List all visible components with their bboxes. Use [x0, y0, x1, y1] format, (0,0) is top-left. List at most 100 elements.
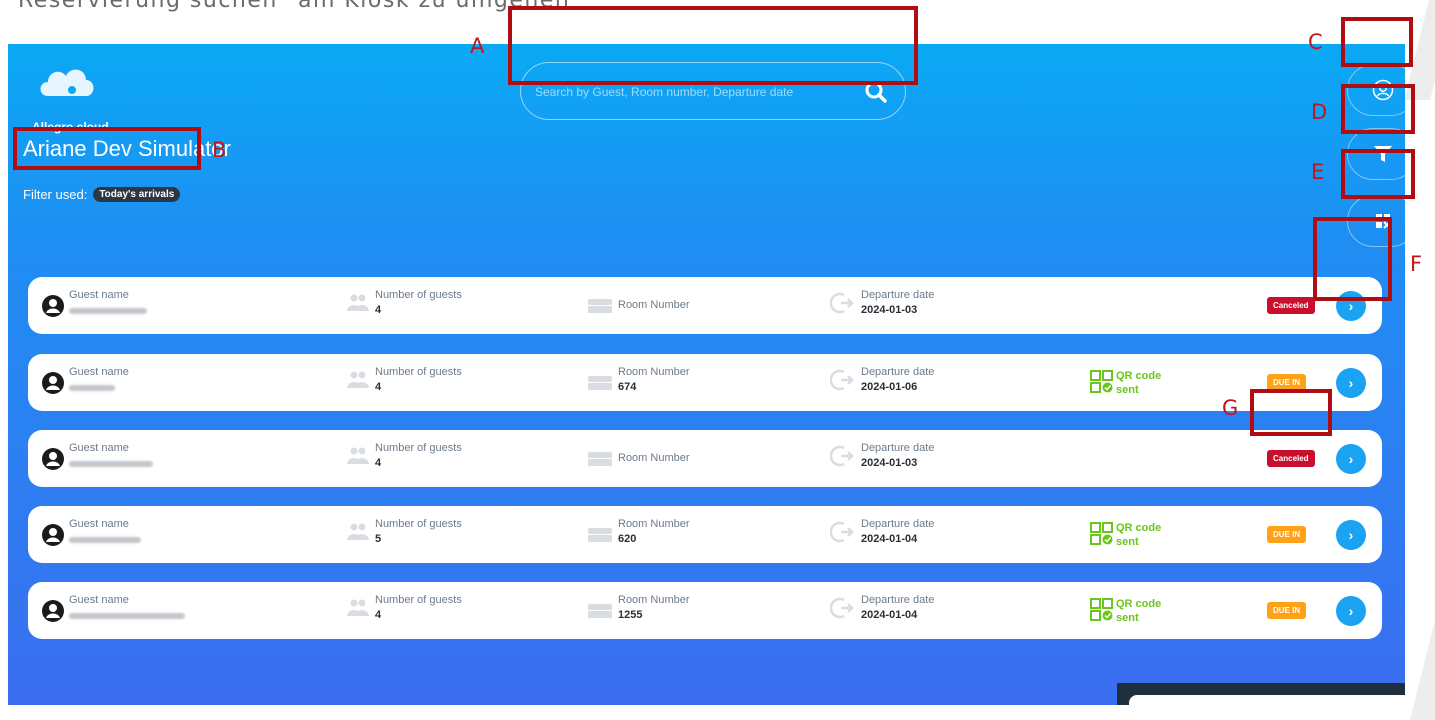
filter-chip[interactable]: Today's arrivals — [93, 187, 181, 202]
guest-name-label: Guest name — [69, 366, 129, 378]
departure-date-label: Departure date — [861, 366, 935, 378]
guest-count-label: Number of guests — [375, 442, 462, 454]
annotation-box-b — [13, 127, 201, 170]
status-badge: Canceled — [1267, 297, 1315, 314]
annotation-box-a — [508, 6, 918, 85]
departure-date-value: 2024-01-04 — [861, 609, 918, 621]
status-badge: Canceled — [1267, 450, 1315, 467]
room-number-label: Room Number — [618, 518, 690, 530]
departure-date-value: 2024-01-06 — [861, 381, 918, 393]
guest-name-field: Guest name — [69, 442, 153, 472]
annotation-label-d: D — [1311, 100, 1328, 124]
guest-count-label: Number of guests — [375, 594, 462, 606]
guests-icon — [347, 371, 369, 388]
annotation-box-d — [1341, 84, 1415, 134]
guest-count-value: 5 — [375, 533, 382, 545]
departure-date-field: Departure date 2024-01-04 — [861, 594, 934, 621]
annotation-label-b: B — [212, 138, 227, 162]
guest-name-label: Guest name — [69, 442, 129, 454]
guest-count-field: Number of guests 4 — [375, 594, 462, 621]
reservation-row[interactable]: Guest name Number of guests 5 Room Numbe… — [28, 506, 1382, 563]
room-number-label: Room Number — [618, 452, 690, 464]
filter-label: Filter used: — [23, 187, 88, 202]
departure-date-value: 2024-01-03 — [861, 457, 918, 469]
room-number-value: 674 — [618, 381, 637, 393]
guest-count-label: Number of guests — [375, 518, 462, 530]
departure-date-value: 2024-01-03 — [861, 304, 918, 316]
guests-icon — [347, 599, 369, 616]
departure-date-field: Departure date 2024-01-03 — [861, 289, 934, 316]
guest-avatar-icon — [42, 448, 64, 470]
guest-avatar-icon — [42, 524, 64, 546]
reservation-row[interactable]: Guest name Number of guests 4 Room Numbe… — [28, 430, 1382, 487]
departure-date-field: Departure date 2024-01-06 — [861, 366, 934, 393]
room-number-field: Room Number 674 — [618, 366, 690, 393]
bed-icon — [588, 452, 612, 466]
guest-name-field: Guest name — [69, 366, 129, 396]
guest-count-value: 4 — [375, 609, 382, 621]
departure-date-value: 2024-01-04 — [861, 533, 918, 545]
guest-name-redacted — [69, 461, 153, 467]
bed-icon — [588, 528, 612, 542]
departure-date-field: Departure date 2024-01-03 — [861, 442, 934, 469]
guests-icon — [347, 523, 369, 540]
reservation-row[interactable]: Guest name Number of guests 4 Room Numbe… — [28, 354, 1382, 411]
guest-count-field: Number of guests 4 — [375, 366, 462, 393]
guest-count-value: 4 — [375, 381, 382, 393]
guest-name-redacted — [69, 613, 185, 619]
room-number-label: Room Number — [618, 594, 690, 606]
qr-sent-label: sent — [1116, 536, 1139, 548]
departure-date-label: Departure date — [861, 594, 935, 606]
room-number-label: Room Number — [618, 366, 690, 378]
annotation-label-f: F — [1410, 252, 1423, 276]
guest-count-field: Number of guests 4 — [375, 289, 462, 316]
qr-code-label: QR code — [1116, 370, 1162, 382]
annotation-label-e: E — [1311, 160, 1325, 184]
qr-status: QR code sent — [1116, 521, 1161, 549]
annotation-box-e — [1341, 149, 1415, 199]
guest-count-label: Number of guests — [375, 366, 462, 378]
open-reservation-button[interactable]: › — [1336, 368, 1366, 398]
guest-name-field: Guest name — [69, 289, 147, 319]
guest-name-label: Guest name — [69, 518, 129, 530]
departure-icon — [830, 292, 854, 314]
departure-icon — [830, 445, 854, 467]
open-reservation-button[interactable]: › — [1336, 596, 1366, 626]
guest-avatar-icon — [42, 295, 64, 317]
guest-name-redacted — [69, 537, 141, 543]
guest-count-value: 4 — [375, 304, 382, 316]
qr-sent-label: sent — [1116, 384, 1139, 396]
overlay-panel-content — [1129, 695, 1405, 705]
cloud-logo-icon — [40, 69, 94, 96]
guest-count-field: Number of guests 5 — [375, 518, 462, 545]
room-number-label: Room Number — [618, 299, 690, 311]
room-number-value: 620 — [618, 533, 637, 545]
guest-name-redacted — [69, 308, 147, 314]
open-reservation-button[interactable]: › — [1336, 444, 1366, 474]
departure-date-label: Departure date — [861, 442, 935, 454]
guest-name-field: Guest name — [69, 518, 141, 548]
guest-count-value: 4 — [375, 457, 382, 469]
departure-date-label: Departure date — [861, 289, 935, 301]
departure-icon — [830, 597, 854, 619]
status-badge: DUE IN — [1267, 526, 1307, 543]
room-number-field: Room Number 620 — [618, 518, 690, 545]
reservation-row[interactable]: Guest name Number of guests 4 Room Numbe… — [28, 582, 1382, 639]
guests-icon — [347, 294, 369, 311]
open-reservation-button[interactable]: › — [1336, 520, 1366, 550]
bottom-overlay-panel — [1117, 683, 1405, 705]
screenshot-caption: Reservierung suchen "am Kiosk zu umgehen… — [18, 0, 582, 13]
room-number-value: 1255 — [618, 609, 643, 621]
guests-icon — [347, 447, 369, 464]
annotation-box-g — [1250, 389, 1332, 436]
guest-avatar-icon — [42, 600, 64, 622]
active-filter: Filter used: Today's arrivals — [23, 187, 181, 202]
annotation-label-c: C — [1308, 30, 1323, 54]
room-number-field: Room Number — [618, 452, 690, 464]
reservation-row[interactable]: Guest name Number of guests 4 Room Numbe… — [28, 277, 1382, 334]
qr-code-label: QR code — [1116, 598, 1162, 610]
bed-icon — [588, 376, 612, 390]
annotation-box-f — [1313, 217, 1392, 301]
bed-icon — [588, 299, 612, 313]
departure-date-label: Departure date — [861, 518, 935, 530]
